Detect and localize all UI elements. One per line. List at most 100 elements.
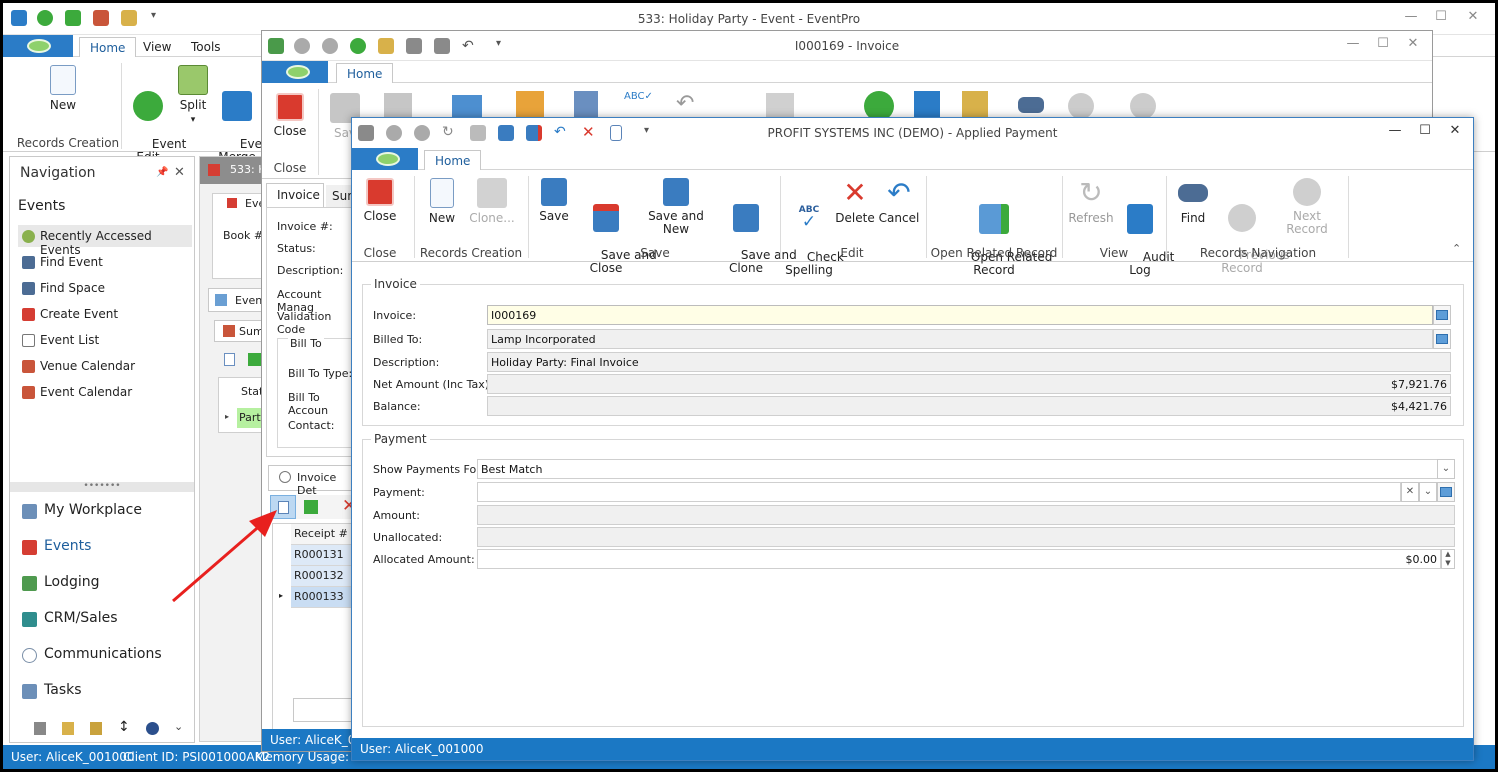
billed-to-field[interactable]: Lamp Incorporated — [487, 329, 1433, 349]
tab-invoice[interactable]: Invoice — [266, 183, 324, 207]
check-spelling-button[interactable]: ABC ✓ Check Spelling — [784, 178, 844, 290]
new-button[interactable]: New — [424, 178, 460, 225]
nav-tasks[interactable]: Tasks — [20, 677, 82, 705]
tab-tools[interactable]: Tools — [181, 37, 231, 58]
save-and-new-button[interactable]: Save and New — [638, 178, 714, 236]
collapse-ribbon-icon[interactable]: ⌃ — [1452, 242, 1461, 255]
show-payments-for-select[interactable]: Best Match — [477, 459, 1439, 479]
new-button[interactable]: New — [43, 65, 83, 112]
nav-my-workplace[interactable]: My Workplace — [20, 497, 142, 525]
nav-lodging[interactable]: Lodging — [20, 569, 100, 597]
maximize-button[interactable]: ☐ — [1372, 36, 1394, 54]
undo-icon[interactable]: ↶ — [676, 91, 694, 116]
amount-field[interactable] — [477, 505, 1455, 525]
clipboard-icon[interactable] — [962, 91, 988, 119]
event-doc-tab[interactable]: 533: H — [200, 157, 270, 184]
receipt-row[interactable]: R000131 — [291, 545, 353, 566]
receipt-row[interactable]: R000133 — [291, 587, 353, 608]
globe-icon[interactable] — [146, 722, 159, 735]
refresh-button[interactable]: ↻ Refresh — [1068, 178, 1114, 225]
save-and-close-button[interactable]: Save and Close — [578, 178, 657, 288]
delete-button[interactable]: ✕ Delete — [834, 178, 876, 225]
new-row-icon[interactable] — [224, 353, 235, 366]
spelling-icon[interactable]: ABC✓ — [624, 91, 656, 119]
invoice-field[interactable]: I000169 — [487, 305, 1433, 325]
file-tab[interactable] — [352, 148, 418, 170]
add-icon[interactable] — [304, 500, 318, 514]
split-button[interactable]: Split ▾ — [175, 65, 211, 127]
document-icon[interactable] — [766, 93, 794, 119]
pin-icon[interactable]: 📌 — [156, 167, 168, 178]
payment-lookup-button[interactable] — [1437, 482, 1455, 502]
minimize-button[interactable]: — — [1384, 123, 1406, 141]
invoice-lookup-button[interactable] — [1433, 305, 1451, 325]
close-button[interactable]: ✕ — [1402, 36, 1424, 54]
email-icon[interactable] — [452, 95, 482, 119]
tab-view[interactable]: View — [133, 37, 181, 58]
audit-log-button[interactable]: Audit Log — [1120, 178, 1174, 290]
payment-field[interactable] — [477, 482, 1401, 502]
file-tab[interactable] — [3, 35, 73, 57]
find-button[interactable]: Find — [1174, 178, 1212, 225]
audit-log-icon[interactable] — [914, 91, 940, 119]
save-and-clone-button[interactable]: Save and Clone — [718, 178, 797, 288]
receipt-row[interactable]: R000132 — [291, 566, 353, 587]
minimize-button[interactable]: — — [1400, 9, 1422, 27]
payment-clear-icon[interactable]: ✕ — [1401, 482, 1419, 502]
previous-record-button[interactable]: Previous Record — [1216, 178, 1290, 288]
nav-splitter[interactable]: ••••••• — [10, 482, 194, 492]
receipts-footer-field[interactable] — [293, 698, 353, 722]
close-button[interactable]: Close — [362, 178, 398, 223]
allocated-amount-field[interactable]: $0.00 — [477, 549, 1441, 569]
billed-to-lookup-button[interactable] — [1433, 329, 1451, 349]
add-row-icon[interactable] — [248, 353, 261, 366]
nav-event-calendar[interactable]: Event Calendar — [18, 381, 192, 403]
close-button[interactable]: ✕ — [1462, 9, 1484, 27]
tab-home[interactable]: Home — [424, 150, 482, 171]
previous-record-icon[interactable] — [1068, 93, 1094, 119]
minimize-button[interactable]: — — [1342, 36, 1364, 54]
unallocated-field[interactable] — [477, 527, 1455, 547]
split-dropdown-icon[interactable]: ▾ — [191, 115, 196, 125]
nav-recently-accessed-events[interactable]: Recently Accessed Events — [18, 225, 192, 257]
next-record-button[interactable]: Next Record — [1272, 178, 1342, 236]
nav-find-space[interactable]: Find Space — [18, 277, 192, 299]
nav-more-icon[interactable]: ⌄ — [174, 720, 183, 733]
tab-summary[interactable]: Sum — [326, 185, 359, 207]
maximize-button[interactable]: ☐ — [1414, 123, 1436, 141]
calculator-icon[interactable] — [34, 722, 46, 735]
description-field[interactable]: Holiday Party: Final Invoice — [487, 352, 1451, 372]
tab-home[interactable]: Home — [336, 63, 394, 84]
binoculars-icon[interactable] — [1018, 97, 1044, 113]
nav-communications[interactable]: Communications — [20, 641, 162, 669]
file-tab[interactable] — [262, 61, 328, 83]
cancel-button[interactable]: ↶ Cancel — [878, 178, 920, 225]
folder-icon[interactable] — [90, 722, 102, 735]
nav-event-list[interactable]: Event List — [18, 329, 192, 351]
tab-home[interactable]: Home — [79, 37, 137, 58]
nav-create-event[interactable]: Create Event — [18, 303, 192, 325]
show-payments-dropdown-icon[interactable]: ⌄ — [1437, 459, 1455, 479]
net-amount-field[interactable]: $7,921.76 — [487, 374, 1451, 394]
invoice-details-tab[interactable]: Invoice Det — [268, 465, 352, 497]
nav-events[interactable]: Events — [20, 533, 91, 561]
nav-crm-sales[interactable]: CRM/Sales — [20, 605, 118, 633]
clone-button[interactable]: Clone... — [466, 178, 518, 225]
allocated-spin-icon[interactable]: ▲ ▼ — [1441, 549, 1455, 569]
maximize-button[interactable]: ☐ — [1430, 9, 1452, 27]
close-button[interactable]: ✕ — [1444, 123, 1466, 141]
open-related-record-button[interactable]: Open Related Record — [948, 178, 1052, 290]
payment-dropdown-icon[interactable]: ⌄ — [1419, 482, 1437, 502]
save-button[interactable]: Save — [536, 178, 572, 223]
balance-field[interactable]: $4,421.76 — [487, 396, 1451, 416]
folder-icon[interactable] — [516, 91, 544, 119]
notes-icon[interactable] — [62, 722, 74, 735]
nav-venue-calendar[interactable]: Venue Calendar — [18, 355, 192, 377]
invoice-close-button[interactable]: Close — [272, 93, 308, 138]
nav-close-icon[interactable]: ✕ — [174, 165, 185, 180]
nav-find-event[interactable]: Find Event — [18, 251, 192, 273]
receipt-number-header[interactable]: Receipt # — [291, 524, 353, 545]
checklist-icon[interactable] — [574, 91, 598, 119]
sort-arrows-icon[interactable]: ↕ — [118, 719, 130, 735]
next-record-icon[interactable] — [1130, 93, 1156, 119]
